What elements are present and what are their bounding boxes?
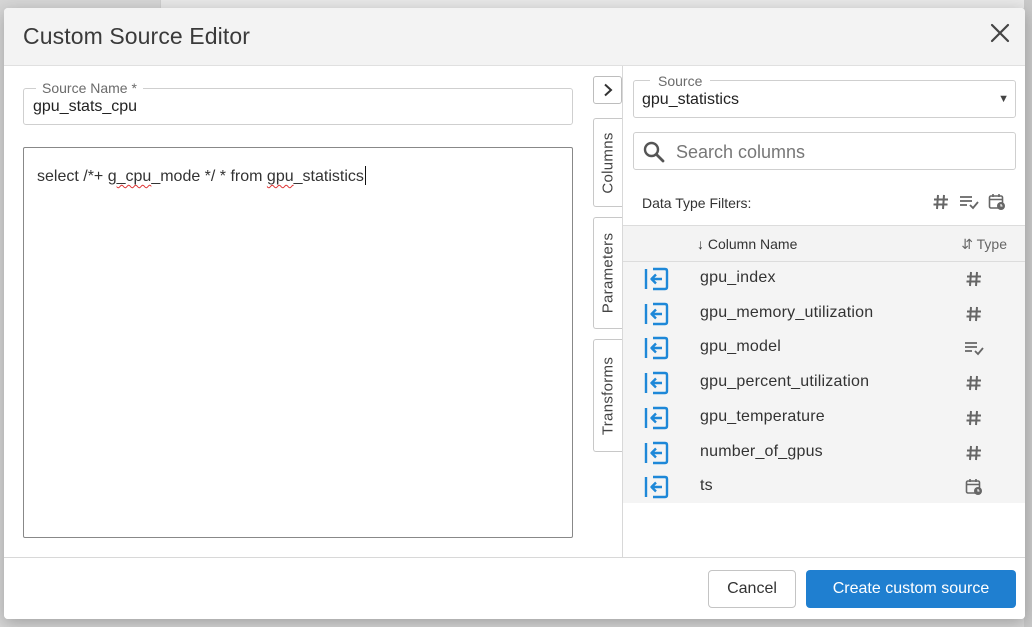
source-name-field[interactable]: Source Name * gpu_stats_cpu (23, 80, 573, 125)
number-type-icon (963, 407, 985, 429)
column-name-header[interactable]: ↓ Column Name (697, 236, 797, 252)
column-name: gpu_memory_utilization (700, 303, 874, 321)
tab-parameters[interactable]: Parameters (593, 217, 622, 329)
tab-transforms-label: Transforms (599, 356, 617, 435)
number-filter-icon[interactable] (931, 192, 951, 212)
tab-columns[interactable]: Columns (593, 118, 622, 207)
table-row[interactable]: ts (623, 470, 1025, 505)
dropdown-arrow-icon: ▼ (998, 93, 1009, 105)
source-name-label: Source Name * (36, 80, 143, 96)
table-row[interactable]: gpu_model (623, 331, 1025, 366)
editor-pane: Source Name * gpu_stats_cpu select /*+ g… (4, 66, 623, 557)
table-row[interactable]: number_of_gpus (623, 436, 1025, 471)
tab-parameters-label: Parameters (599, 232, 617, 314)
column-name: gpu_index (700, 269, 776, 286)
add-column-icon[interactable] (643, 371, 669, 395)
column-name: gpu_temperature (700, 407, 825, 425)
add-column-icon[interactable] (643, 406, 669, 430)
add-column-icon[interactable] (643, 441, 669, 465)
text-caret (364, 166, 366, 185)
background-app-strip (160, 0, 1032, 8)
search-icon (643, 141, 665, 163)
text-filter-icon[interactable] (959, 192, 979, 212)
source-select-value: gpu_statistics (642, 91, 739, 108)
chevron-right-icon (603, 83, 612, 97)
cancel-button[interactable]: Cancel (708, 570, 796, 608)
background-app-edge (1024, 0, 1032, 627)
add-column-icon[interactable] (643, 475, 669, 499)
column-name: gpu_percent_utilization (700, 373, 870, 391)
data-type-filters (931, 192, 1007, 212)
create-custom-source-button[interactable]: Create custom source (806, 570, 1016, 608)
add-column-icon[interactable] (643, 267, 669, 291)
data-type-filters-label: Data Type Filters: (642, 195, 752, 211)
number-type-icon (963, 442, 985, 464)
source-name-value[interactable]: gpu_stats_cpu (33, 98, 137, 116)
column-name-header-label: Column Name (707, 236, 798, 252)
table-row[interactable]: gpu_percent_utilization (623, 366, 1025, 401)
datetime-filter-icon[interactable] (987, 192, 1007, 212)
collapse-panel-button[interactable] (593, 76, 622, 104)
close-icon (990, 23, 1010, 43)
type-header[interactable]: ⇵ Type (961, 236, 1007, 253)
tab-transforms[interactable]: Transforms (593, 339, 622, 452)
close-button[interactable] (989, 22, 1011, 44)
columns-pane: Source gpu_statistics ▼ Data Type Filter… (623, 66, 1025, 557)
number-type-icon (963, 303, 985, 325)
source-select[interactable]: Source gpu_statistics ▼ (633, 73, 1016, 118)
add-column-icon[interactable] (643, 336, 669, 360)
sql-spellcheck-word: _cpu (116, 168, 152, 185)
column-search[interactable] (633, 132, 1016, 170)
table-row[interactable]: gpu_temperature (623, 401, 1025, 436)
custom-source-dialog: Custom Source Editor Source Name * gpu_s… (4, 8, 1025, 619)
columns-table-empty-area (623, 503, 1025, 557)
sql-editor[interactable]: select /*+ g_cpu_mode */ * from gpu_stat… (23, 147, 573, 538)
column-name: number_of_gpus (700, 442, 823, 460)
table-row[interactable]: gpu_index (623, 262, 1025, 297)
columns-table: ↓ Column Name ⇵ Type gpu_index gpu_memory… (623, 225, 1025, 503)
column-name: gpu_model (700, 338, 781, 356)
tab-columns-label: Columns (599, 131, 617, 194)
number-type-icon (963, 268, 985, 290)
table-header: ↓ Column Name ⇵ Type (623, 226, 1025, 262)
dialog-header: Custom Source Editor (4, 8, 1025, 66)
datetime-type-icon (963, 476, 985, 498)
sql-text: _mode */ * from (151, 168, 267, 185)
add-column-icon[interactable] (643, 302, 669, 326)
table-row[interactable]: gpu_memory_utilization (623, 297, 1025, 332)
sql-code-line[interactable]: select /*+ g_cpu_mode */ * from gpu_stat… (37, 166, 366, 186)
sql-text: _statistics (293, 168, 364, 185)
number-type-icon (963, 372, 985, 394)
source-select-label: Source (650, 73, 711, 89)
sql-text: select /*+ g (37, 168, 117, 185)
dialog-title: Custom Source Editor (23, 23, 250, 49)
column-name: ts (700, 477, 713, 495)
sort-down-icon: ↓ (697, 236, 704, 252)
type-header-label: Type (976, 236, 1007, 252)
dialog-footer: Cancel Create custom source (4, 557, 1025, 619)
text-type-icon (963, 337, 985, 359)
search-input[interactable] (676, 140, 996, 164)
sort-icon: ⇵ (961, 236, 973, 252)
sql-spellcheck-word: gpu (266, 168, 294, 185)
